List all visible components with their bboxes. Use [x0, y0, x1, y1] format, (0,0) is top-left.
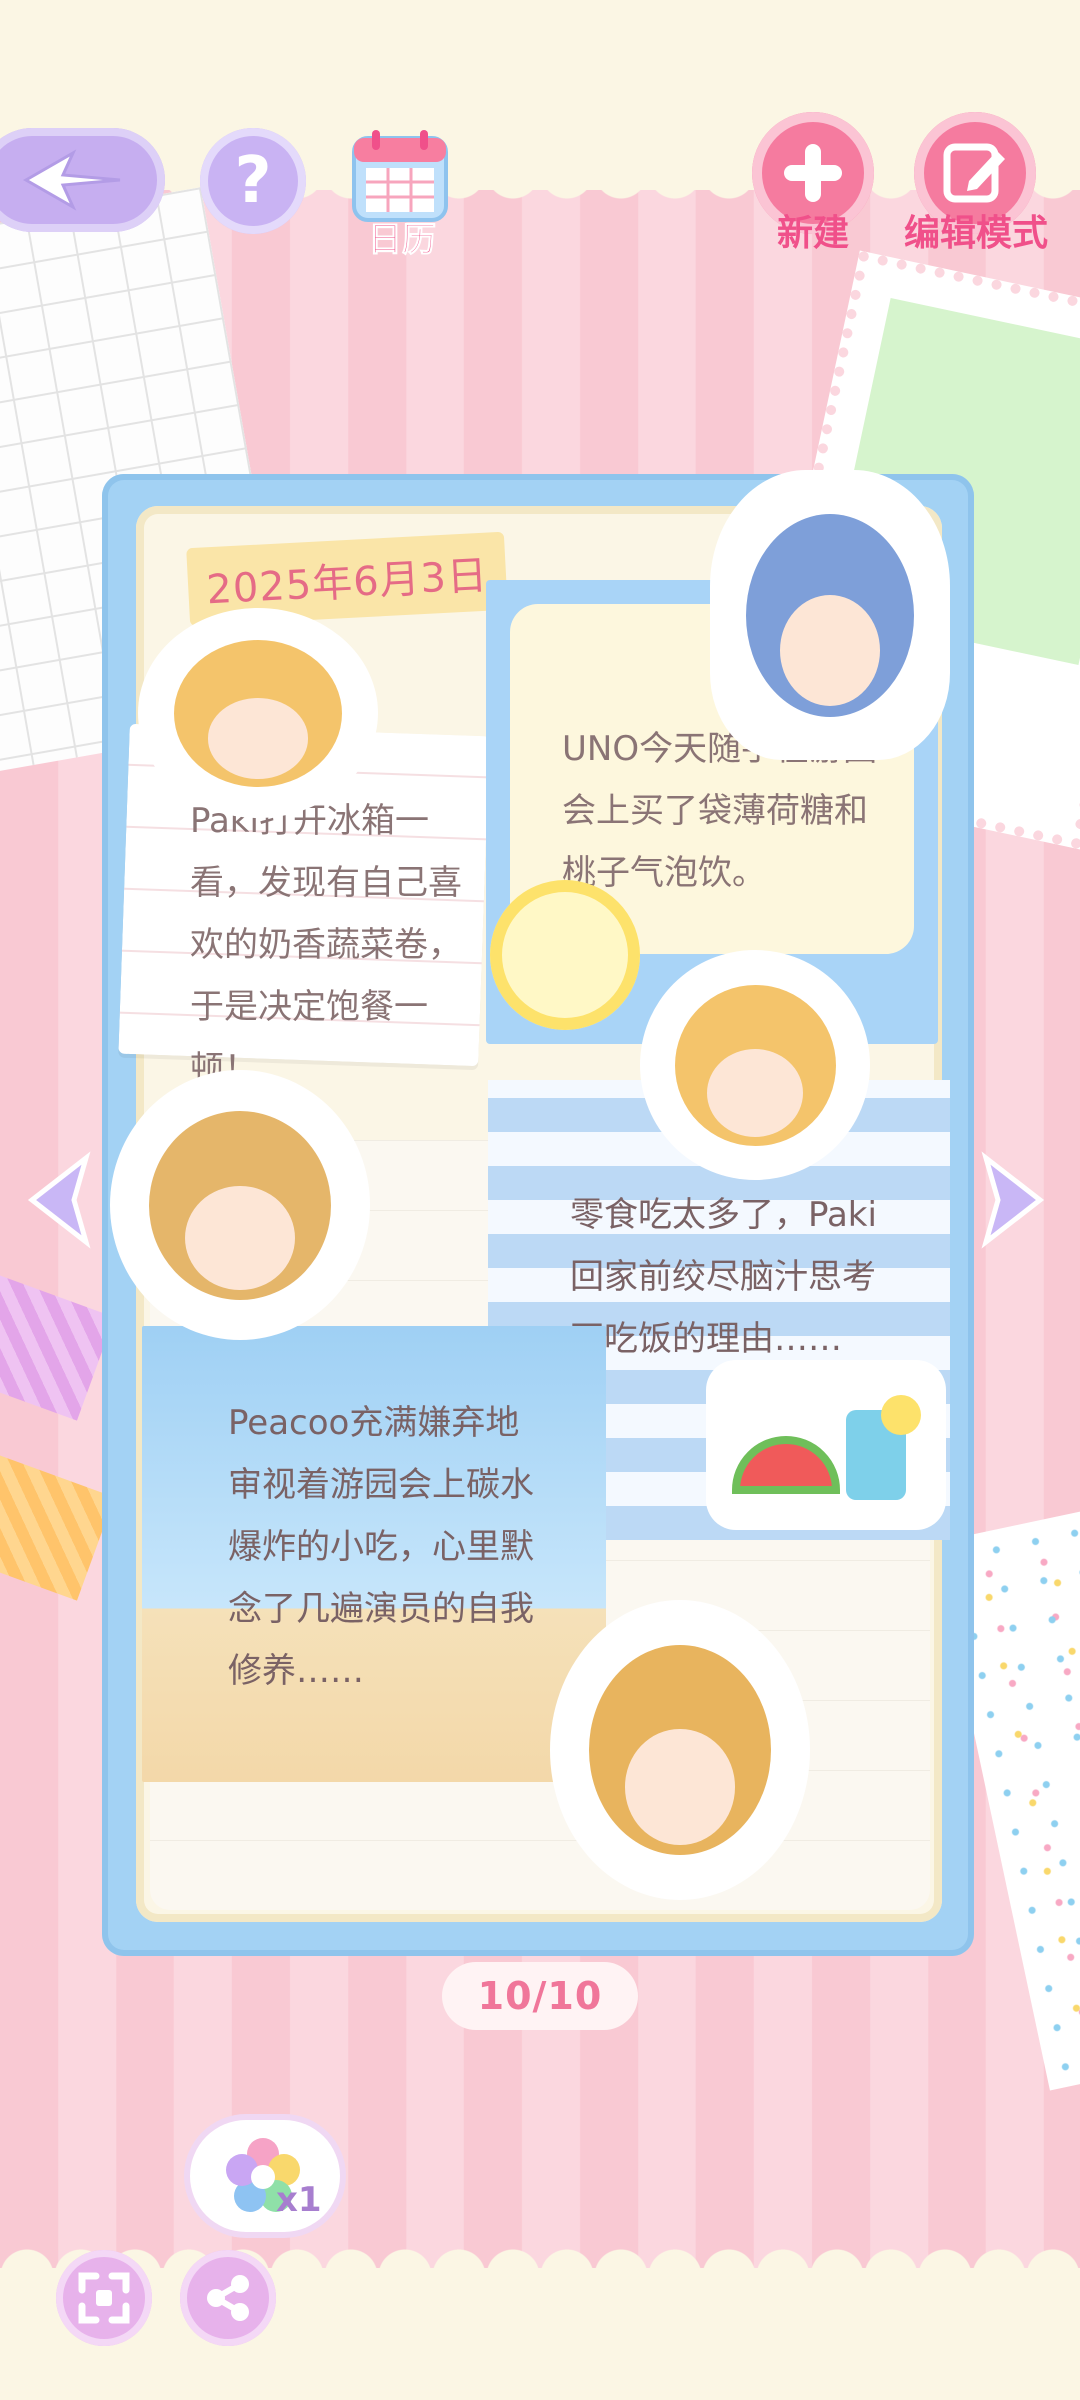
share-button[interactable]: [180, 2250, 276, 2346]
back-arrow-icon: [22, 149, 120, 211]
calendar-icon: [352, 130, 448, 222]
help-button[interactable]: ?: [200, 128, 306, 234]
story-text-4: Peacoo充满嫌弃地审视着游园会上碳水爆炸的小吃，心里默念了几遍演员的自我修养…: [228, 1403, 534, 1691]
share-icon: [207, 2275, 249, 2321]
sticker-uno-character: [710, 470, 950, 760]
right-arrow-icon: [981, 1151, 1045, 1249]
sticker-swim-ring-character: [110, 1070, 370, 1340]
sticker-lemon-slice: [490, 880, 640, 1030]
new-label: 新建: [776, 213, 849, 254]
left-arrow-icon: [27, 1151, 91, 1249]
sticker-watermelon-drink: [706, 1360, 946, 1530]
calendar-label: 日历: [368, 220, 437, 261]
washi-tape-purple: [0, 1269, 115, 1421]
sticker-watermelon-character: [640, 950, 870, 1180]
washi-tape-orange: [0, 1449, 115, 1601]
fullscreen-icon: [78, 2272, 130, 2324]
story-text-3: 零食吃太多了，Paki回家前绞尽脑汁思考不吃饭的理由……: [570, 1195, 877, 1359]
edit-mode-label: 编辑模式: [903, 213, 1048, 254]
gem-count: x1: [276, 2180, 322, 2220]
fullscreen-button[interactable]: [56, 2250, 152, 2346]
plus-icon: [784, 144, 842, 202]
sticker-picnic-character: [550, 1600, 810, 1900]
story-text-1: Paki打开冰箱一看，发现有自己喜欢的奶香蔬菜卷，于是决定饱餐一顿！: [190, 801, 462, 1089]
back-button[interactable]: [0, 128, 165, 232]
bottom-band: [0, 2268, 1080, 2400]
question-icon: ?: [234, 144, 272, 218]
page-indicator-label: 10/10: [477, 1974, 603, 2018]
prev-page-button[interactable]: [26, 1150, 112, 1250]
page-indicator: 10/10: [442, 1962, 638, 2030]
sticker-paki-character: [138, 608, 378, 818]
next-page-button[interactable]: [960, 1150, 1046, 1250]
bottom-scallop-border: [0, 2240, 1080, 2276]
pencil-edit-icon: [943, 143, 1005, 203]
